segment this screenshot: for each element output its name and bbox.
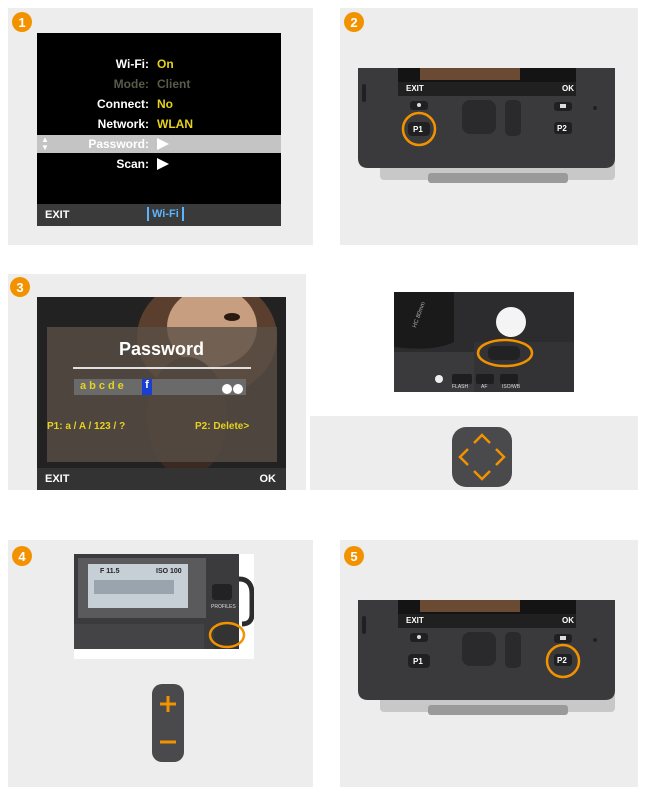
exit-label[interactable]: EXIT [45,209,69,221]
title-underline [73,367,251,369]
camera-back-illustration [358,600,615,715]
menu-label: Connect: [97,97,149,111]
p1-button[interactable]: P1 [413,657,423,666]
menu-bottom-bar: EXIT Wi-Fi [37,204,281,226]
arrow-right-icon [157,158,169,173]
lcd-iso: ISO 100 [156,568,182,575]
cursor-char: f [142,379,152,395]
wifi-tab[interactable]: Wi-Fi [147,207,184,221]
exit-label: EXIT [406,84,424,93]
dpad-icon[interactable] [449,424,515,490]
password-input[interactable]: abcde f [74,379,246,395]
camera-back-illustration [358,68,615,183]
wifi-menu-screen: Wi-Fi: On Mode: Client Connect: No Netwo… [37,33,281,226]
hint-p2: P2: Delete> [195,421,250,432]
step1-panel: 1 Wi-Fi: On Mode: Client Connect: No Net… [8,8,313,245]
password-screen: Password abcde f P1: a / A / 123 / ? P2:… [37,297,286,490]
step2-panel: 2 EXIT OK P1 P2 [340,8,638,245]
step-badge-4: 4 [12,546,32,566]
exit-label: EXIT [406,616,424,625]
password-bottom-bar: EXIT OK [37,468,286,490]
password-title: Password [118,339,205,359]
menu-label: Password: [88,137,149,151]
ok-label: OK [562,84,574,93]
password-chars: abcde [80,380,127,392]
menu-label: Network: [97,117,149,131]
flash-label: FLASH [452,384,469,390]
arrow-right-icon [157,138,169,153]
step4-panel: 4 F 11.5 ISO 100 PROFILES [8,540,313,787]
step-badge-3: 3 [10,277,30,297]
step3-panel: 3 Password abcde f P1: a / A / 123 / ? P… [8,274,306,490]
step5-panel: 5 EXIT OK P1 P2 [340,540,638,787]
isowb-label: ISO/WB [502,384,521,390]
p2-button[interactable]: P2 [557,124,567,133]
menu-row-mode: Mode: Client [37,75,281,93]
menu-value: No [157,97,173,111]
profiles-label: PROFILES [211,604,236,610]
ok-label[interactable]: OK [260,473,277,485]
menu-row-scan[interactable]: Scan: [37,155,281,173]
lcd-text: F 11.5 [100,568,120,575]
p2-button[interactable]: P2 [557,656,567,665]
menu-label: Scan: [116,157,149,171]
menu-row-wifi[interactable]: Wi-Fi: On [37,55,281,73]
menu-row-network[interactable]: Network: WLAN [37,115,281,133]
menu-label: Mode: [113,77,149,91]
menu-value: WLAN [157,117,193,131]
plus-minus-rocker-icon[interactable] [150,682,186,764]
menu-row-connect[interactable]: Connect: No [37,95,281,113]
camera-top-panel: HC 80mm FLASH AF ISO/WB [310,274,638,490]
p1-button[interactable]: P1 [413,125,423,134]
ok-label: OK [562,616,574,625]
menu-row-password[interactable]: ▲ ▼ Password: [37,135,281,153]
updown-icon: ▲ ▼ [41,135,49,152]
step-badge-1: 1 [12,12,32,32]
menu-label: Wi-Fi: [115,57,149,71]
hint-p1: P1: a / A / 123 / ? [47,421,126,432]
step-badge-2: 2 [344,12,364,32]
plus-minus-icon [222,381,243,399]
menu-value: On [157,57,174,71]
step-badge-5: 5 [344,546,364,566]
exit-label[interactable]: EXIT [45,473,69,485]
menu-value: Client [157,77,191,91]
wifi-tab-label: Wi-Fi [152,208,179,220]
af-label: AF [481,384,488,390]
